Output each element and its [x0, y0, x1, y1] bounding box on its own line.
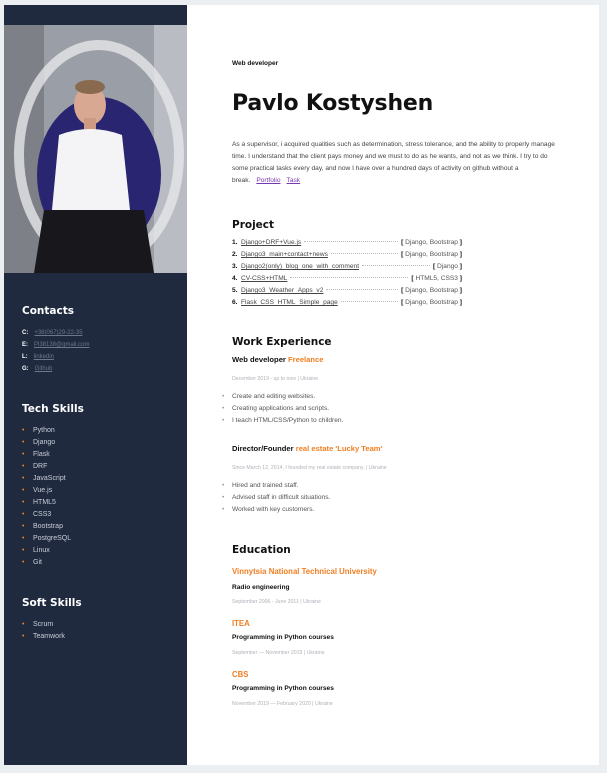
work-experience-title: Work Experience [232, 336, 332, 348]
person-name: Pavlo Kostyshen [232, 91, 434, 116]
skill-item: JavaScript [22, 473, 84, 485]
project-item: 3. Django2(only)_blog_one_with_comment[ D… [232, 261, 462, 273]
edu-3-meta: November 2019 — February 2020 | Ukraine [232, 701, 333, 707]
skill-item: Flask [22, 449, 84, 461]
job-1-title: Web developer Freelance [232, 355, 324, 364]
edu-1-school: Vinnytsia National Technical University [232, 567, 377, 576]
skill-item: CSS3 [22, 509, 84, 521]
list-item: Hired and trained staff. [222, 480, 330, 492]
github-link[interactable]: Github [35, 366, 53, 372]
contacts-section: Contacts C: +38(067)29-22-35 E: Pl38138@gm… [22, 305, 89, 375]
skill-item: Vue.js [22, 485, 84, 497]
edu-3-degree: Programming in Python courses [232, 685, 334, 692]
project-link[interactable]: Django+DRF+Vue.js [241, 237, 301, 249]
project-link[interactable]: CV-CSS+HTML [241, 273, 287, 285]
skill-item: HTML5 [22, 497, 84, 509]
contact-linkedin: L: linkedin [22, 354, 55, 360]
phone-link[interactable]: +38(067)29-22-35 [34, 330, 82, 336]
contacts-title: Contacts [22, 305, 74, 317]
project-link[interactable]: Django3_Weather_Apps_v2 [241, 285, 323, 297]
edu-2-meta: September — November 2019 | Ukraine [232, 650, 325, 656]
project-link[interactable]: Django3_main+contact+news [241, 249, 328, 261]
edu-2-degree: Programming in Python courses [232, 634, 334, 641]
project-link[interactable]: Django2(only)_blog_one_with_comment [241, 261, 359, 273]
list-item: Create and editing websites. [222, 391, 343, 403]
project-item: 4. CV-CSS+HTML[ HTML5, CSS3 ] [232, 273, 462, 285]
edu-2-school: ITEA [232, 619, 250, 628]
skill-item: Teamwork [22, 631, 82, 643]
job-2-title: Director/Founder real estate 'Lucky Team… [232, 444, 383, 453]
project-link[interactable]: Flask_CSS_HTML_Simple_page [241, 297, 338, 309]
skill-item: Django [22, 437, 84, 449]
skill-item: Linux [22, 545, 84, 557]
linkedin-link[interactable]: linkedin [34, 354, 54, 360]
list-item: Creating applications and scripts. [222, 403, 343, 415]
tech-skills-title: Tech Skills [22, 403, 84, 415]
job-role: Web developer [232, 60, 279, 67]
project-title: Project [232, 219, 275, 231]
project-item: 5. Django3_Weather_Apps_v2[ Django, Boots… [232, 285, 462, 297]
portfolio-link[interactable]: Portfolio [256, 177, 280, 184]
list-item: Worked with key customers. [222, 504, 330, 516]
email-link[interactable]: Pl38138@gmail.com [34, 342, 89, 348]
contact-phone: C: +38(067)29-22-35 [22, 330, 83, 336]
skill-item: Scrum [22, 619, 82, 631]
job-1-bullets: Create and editing websites. Creating ap… [222, 391, 343, 427]
skill-item: Git [22, 557, 84, 569]
edu-1-degree: Radio engineering [232, 584, 290, 591]
soft-skills-section: Soft Skills Scrum Teamwork [22, 597, 82, 643]
education-title: Education [232, 544, 291, 556]
soft-skills-list: Scrum Teamwork [22, 619, 82, 643]
contact-github: G: Github [22, 366, 53, 372]
task-link[interactable]: Task [287, 177, 301, 184]
profile-photo [4, 25, 187, 273]
skill-item: PostgreSQL [22, 533, 84, 545]
project-item: 1. Django+DRF+Vue.js[ Django, Bootstrap ] [232, 237, 462, 249]
skill-item: Bootstrap [22, 521, 84, 533]
soft-skills-title: Soft Skills [22, 597, 82, 609]
tech-skills-list: Python Django Flask DRF JavaScript Vue.j… [22, 425, 84, 569]
sidebar: Contacts C: +38(067)29-22-35 E: Pl38138@gm… [4, 5, 187, 765]
list-item: Advised staff in difficult situations. [222, 492, 330, 504]
list-item: I teach HTML/CSS/Python to children. [222, 415, 343, 427]
edu-1-meta: September 2006 - June 2011 | Ukraine [232, 599, 321, 605]
tech-skills-section: Tech Skills Python Django Flask DRF Java… [22, 403, 84, 569]
resume-page: Contacts C: +38(067)29-22-35 E: Pl38138@gm… [4, 5, 599, 765]
contact-email: E: Pl38138@gmail.com [22, 342, 90, 348]
project-item: 2. Django3_main+contact+news[ Django, Boo… [232, 249, 462, 261]
edu-3-school: CBS [232, 670, 249, 679]
project-item: 6. Flask_CSS_HTML_Simple_page[ Django, Bo… [232, 297, 462, 309]
project-list: 1. Django+DRF+Vue.js[ Django, Bootstrap ]… [232, 237, 462, 309]
job-2-bullets: Hired and trained staff. Advised staff i… [222, 480, 330, 516]
skill-item: Python [22, 425, 84, 437]
job-2-meta: Since March 12, 2014, I founded my real … [232, 465, 387, 471]
skill-item: DRF [22, 461, 84, 473]
about-text: As a supervisor, i acquired qualities su… [232, 141, 555, 184]
job-1-meta: December 2019 - up to now | Ukraine [232, 376, 319, 382]
